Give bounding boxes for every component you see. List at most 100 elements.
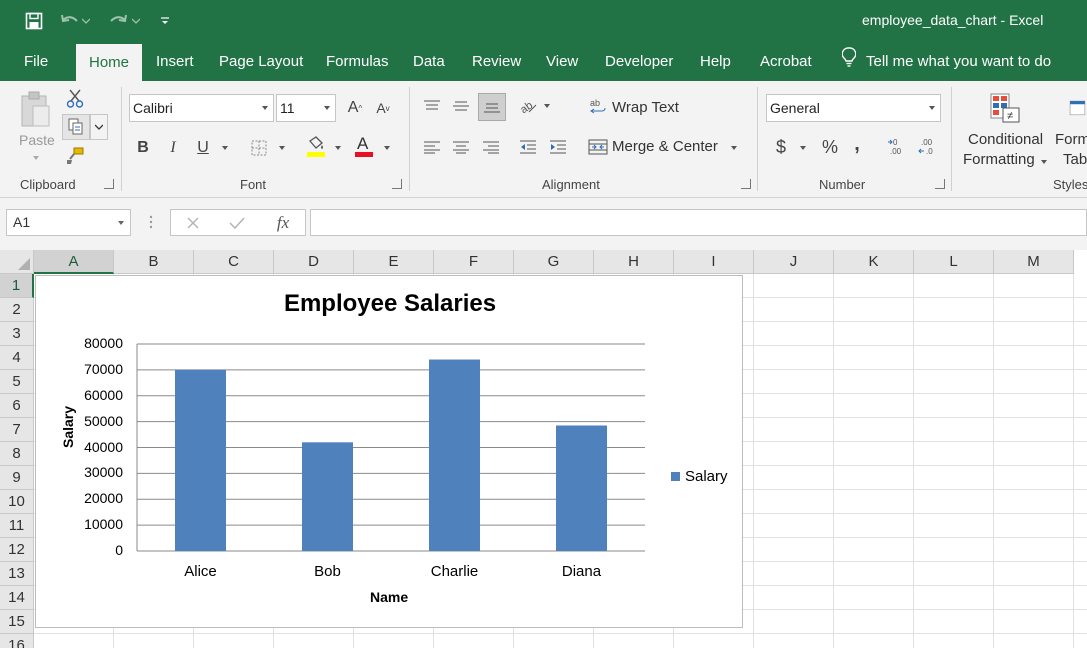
merge-dropdown-icon[interactable] <box>731 146 737 150</box>
column-header-k[interactable]: K <box>834 250 914 274</box>
borders-dropdown-icon[interactable] <box>279 146 285 150</box>
select-all-corner[interactable] <box>0 250 34 274</box>
tab-acrobat[interactable]: Acrobat <box>760 42 812 81</box>
column-header-i[interactable]: I <box>674 250 754 274</box>
underline-dropdown-icon[interactable] <box>222 146 228 150</box>
column-header-m[interactable]: M <box>994 250 1074 274</box>
chevron-down-icon[interactable] <box>118 221 124 225</box>
fill-color-dropdown-icon[interactable] <box>335 146 341 150</box>
orientation-dropdown-icon[interactable] <box>544 104 550 108</box>
row-header-12[interactable]: 12 <box>0 538 34 562</box>
row-header-13[interactable]: 13 <box>0 562 34 586</box>
decrease-indent-icon[interactable] <box>517 136 539 158</box>
align-left-icon[interactable] <box>421 136 443 158</box>
format-painter-icon[interactable] <box>64 145 86 167</box>
tab-home[interactable]: Home <box>76 44 143 81</box>
row-header-7[interactable]: 7 <box>0 418 34 442</box>
wrap-text-button[interactable]: Wrap Text <box>612 99 679 116</box>
tab-data[interactable]: Data <box>413 42 445 81</box>
tab-formulas[interactable]: Formulas <box>326 42 389 81</box>
underline-button[interactable]: U <box>193 137 213 159</box>
column-header-d[interactable]: D <box>274 250 354 274</box>
font-color-dropdown-icon[interactable] <box>384 146 390 150</box>
name-box[interactable]: A1 <box>6 209 131 236</box>
conditional-formatting-dropdown-icon[interactable] <box>1041 160 1047 164</box>
paste-icon[interactable] <box>18 89 54 131</box>
align-middle-icon[interactable] <box>450 95 472 117</box>
column-header-b[interactable]: B <box>114 250 194 274</box>
comma-style-button[interactable]: , <box>850 133 864 155</box>
row-header-14[interactable]: 14 <box>0 586 34 610</box>
copy-icon[interactable] <box>62 114 90 140</box>
worksheet-grid[interactable]: ABCDEFGHIJKLM 1 2 3 4 5 6 7 8 9 10 11 12 13 14 15 16 Em… <box>0 250 1087 648</box>
row-header-2[interactable]: 2 <box>0 298 34 322</box>
row-header-4[interactable]: 4 <box>0 346 34 370</box>
row-header-9[interactable]: 9 <box>0 466 34 490</box>
increase-decimal-icon[interactable]: 0.00 <box>886 136 908 158</box>
merge-center-button[interactable]: Merge & Center <box>612 138 718 155</box>
column-header-h[interactable]: H <box>594 250 674 274</box>
insert-function-button[interactable]: fx <box>271 212 295 234</box>
bar-charlie[interactable] <box>429 359 480 551</box>
format-as-table-icon[interactable] <box>1069 91 1087 127</box>
decrease-decimal-icon[interactable]: .00.0 <box>916 136 938 158</box>
row-header-1[interactable]: 1 <box>0 274 34 298</box>
currency-dropdown-icon[interactable] <box>800 146 806 150</box>
column-header-a[interactable]: A <box>34 250 114 274</box>
row-header-6[interactable]: 6 <box>0 394 34 418</box>
bar-diana[interactable] <box>556 425 607 551</box>
column-header-j[interactable]: J <box>754 250 834 274</box>
wrap-text-icon[interactable]: ab <box>588 97 608 117</box>
row-header-15[interactable]: 15 <box>0 610 34 634</box>
align-bottom-icon[interactable] <box>478 93 506 121</box>
font-color-icon[interactable]: A <box>352 134 376 159</box>
save-icon[interactable] <box>22 9 46 33</box>
undo-icon[interactable] <box>58 9 82 33</box>
enter-check-icon[interactable] <box>227 213 247 233</box>
tab-file[interactable]: File <box>24 42 48 81</box>
copy-dropdown-icon[interactable] <box>90 114 108 140</box>
row-header-10[interactable]: 10 <box>0 490 34 514</box>
undo-dropdown-icon[interactable] <box>80 9 92 33</box>
column-header-f[interactable]: F <box>434 250 514 274</box>
paste-dropdown-icon[interactable] <box>33 156 39 160</box>
row-header-11[interactable]: 11 <box>0 514 34 538</box>
chart-title[interactable]: Employee Salaries <box>36 290 744 318</box>
redo-dropdown-icon[interactable] <box>130 9 142 33</box>
font-size-select[interactable]: 11 <box>276 94 336 122</box>
tab-developer[interactable]: Developer <box>605 42 673 81</box>
decrease-font-icon[interactable]: Av <box>373 97 393 119</box>
chart[interactable]: Employee Salaries Salary Name 0 10000 2000… <box>35 275 743 628</box>
column-header-e[interactable]: E <box>354 250 434 274</box>
cancel-icon[interactable] <box>183 213 203 233</box>
increase-font-icon[interactable]: A ^ <box>345 97 365 119</box>
clipboard-launcher-icon[interactable] <box>104 179 114 189</box>
merge-center-icon[interactable] <box>587 136 609 158</box>
row-header-5[interactable]: 5 <box>0 370 34 394</box>
fill-color-icon[interactable] <box>304 135 328 159</box>
column-header-c[interactable]: C <box>194 250 274 274</box>
alignment-launcher-icon[interactable] <box>741 179 751 189</box>
align-right-icon[interactable] <box>480 136 502 158</box>
align-center-icon[interactable] <box>450 136 472 158</box>
orientation-icon[interactable]: ab <box>516 95 540 117</box>
conditional-formatting-line1[interactable]: Conditional <box>968 131 1043 148</box>
redo-icon[interactable] <box>106 9 130 33</box>
bar-alice[interactable] <box>175 369 226 551</box>
customize-qat-icon[interactable] <box>154 9 176 33</box>
increase-indent-icon[interactable] <box>547 136 569 158</box>
align-top-icon[interactable] <box>421 95 443 117</box>
tab-review[interactable]: Review <box>472 42 521 81</box>
column-header-g[interactable]: G <box>514 250 594 274</box>
currency-button[interactable]: $ <box>771 136 791 158</box>
conditional-formatting-line2[interactable]: Formatting <box>963 151 1035 168</box>
column-header-l[interactable]: L <box>914 250 994 274</box>
bar-bob[interactable] <box>302 442 353 551</box>
borders-icon[interactable] <box>248 137 270 159</box>
tab-page-layout[interactable]: Page Layout <box>219 42 303 81</box>
row-header-16[interactable]: 16 <box>0 634 34 648</box>
tab-view[interactable]: View <box>546 42 578 81</box>
conditional-formatting-icon[interactable]: ≠ <box>988 91 1024 127</box>
font-launcher-icon[interactable] <box>392 179 402 189</box>
tab-insert[interactable]: Insert <box>156 42 194 81</box>
